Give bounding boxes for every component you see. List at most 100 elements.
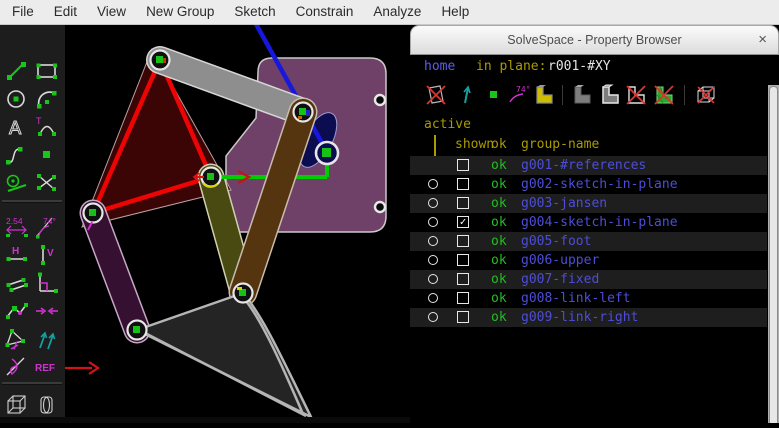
- ok-status: ok: [491, 156, 507, 175]
- group-row: ok g002-sketch-in-plane: [410, 175, 767, 194]
- points-toggle-icon[interactable]: [482, 83, 506, 107]
- mesh-toggle-icon[interactable]: [652, 83, 676, 107]
- shown-checkbox[interactable]: [457, 197, 469, 209]
- horizontal-constraint-icon[interactable]: H: [4, 242, 30, 268]
- menu-edit[interactable]: Edit: [44, 0, 87, 24]
- shown-checkbox[interactable]: [457, 235, 469, 247]
- ok-status: ok: [491, 194, 507, 213]
- menu-constrain[interactable]: Constrain: [286, 0, 364, 24]
- close-icon[interactable]: ×: [758, 31, 767, 49]
- group-name-link[interactable]: g001-#references: [521, 156, 646, 175]
- distance-constraint-icon[interactable]: 2.54: [4, 214, 30, 240]
- link-left-purple-fill: [93, 213, 137, 330]
- ttf-text-tool-icon[interactable]: T: [34, 114, 60, 140]
- toolbar-divider: [2, 200, 62, 203]
- ok-column-header: ok: [491, 137, 507, 152]
- menu-help[interactable]: Help: [431, 0, 479, 24]
- outlines-toggle-icon[interactable]: [624, 83, 648, 107]
- shaded-view-icon[interactable]: [570, 83, 594, 107]
- ok-status: ok: [491, 213, 507, 232]
- joint: [234, 284, 253, 303]
- edges-view-icon[interactable]: [598, 83, 622, 107]
- rectangle-tool-icon[interactable]: [34, 58, 60, 84]
- home-link[interactable]: home: [424, 58, 455, 76]
- bezier-tool-icon[interactable]: [4, 142, 30, 168]
- menu-view[interactable]: View: [87, 0, 136, 24]
- svg-text:REF: REF: [35, 363, 55, 374]
- lathe-group-icon[interactable]: [34, 392, 60, 418]
- line-tool-icon[interactable]: [4, 58, 30, 84]
- svg-text:74°: 74°: [516, 85, 530, 94]
- normals-toggle-icon[interactable]: [454, 83, 478, 107]
- group-name-link[interactable]: g007-fixed: [521, 270, 599, 289]
- x-axis-ref-arrow: [65, 362, 98, 374]
- other-angle-constraint-icon[interactable]: [4, 354, 30, 380]
- text-tool-icon[interactable]: A: [4, 114, 30, 140]
- shown-checkbox[interactable]: [457, 292, 469, 304]
- split-curves-tool-icon[interactable]: [34, 170, 60, 196]
- joint: [294, 103, 313, 122]
- menu-sketch[interactable]: Sketch: [224, 0, 285, 24]
- group-name-link[interactable]: g008-link-left: [521, 289, 631, 308]
- group-name-link[interactable]: g002-sketch-in-plane: [521, 175, 678, 194]
- property-browser-titlebar[interactable]: SolveSpace - Property Browser ×: [410, 25, 779, 55]
- plate-hole: [375, 95, 385, 105]
- svg-text:74°: 74°: [43, 216, 56, 226]
- active-radio[interactable]: [428, 179, 438, 189]
- on-entity-constraint-icon[interactable]: [4, 298, 30, 324]
- workplanes-toggle-icon[interactable]: [424, 83, 448, 107]
- angle-constraint-icon[interactable]: 74°: [34, 214, 60, 240]
- scrollbar[interactable]: [768, 85, 779, 423]
- constraints-toggle-icon[interactable]: 74°: [507, 83, 531, 107]
- model-canvas[interactable]: [65, 24, 410, 423]
- equal-constraint-icon[interactable]: [4, 326, 30, 352]
- circle-tool-icon[interactable]: [4, 86, 30, 112]
- active-radio[interactable]: [428, 217, 438, 227]
- extrude-group-icon[interactable]: [4, 392, 30, 418]
- property-browser-window: SolveSpace - Property Browser × home in …: [410, 25, 779, 423]
- arc-tool-icon[interactable]: [34, 86, 60, 112]
- menu-analyze[interactable]: Analyze: [363, 0, 431, 24]
- shown-checkbox[interactable]: [457, 178, 469, 190]
- group-name-link[interactable]: g006-upper: [521, 251, 599, 270]
- active-radio[interactable]: [428, 255, 438, 265]
- active-radio[interactable]: [428, 236, 438, 246]
- point-tool-icon[interactable]: [34, 142, 60, 168]
- svg-text:A: A: [9, 118, 22, 139]
- construction-tool-icon[interactable]: [4, 170, 30, 196]
- faces-toggle-icon[interactable]: [532, 83, 556, 107]
- parallel-constraint-icon[interactable]: [4, 270, 30, 296]
- hidden-lines-toggle-icon[interactable]: [694, 83, 718, 107]
- perpendicular-constraint-icon[interactable]: [34, 270, 60, 296]
- shown-checkbox[interactable]: ✓: [457, 216, 469, 228]
- joint: [128, 321, 147, 340]
- menu-file[interactable]: File: [2, 0, 44, 24]
- active-radio[interactable]: [428, 198, 438, 208]
- vertical-constraint-icon[interactable]: V: [34, 242, 60, 268]
- toolbar-separator: [684, 85, 685, 105]
- active-radio[interactable]: [428, 293, 438, 303]
- shown-checkbox[interactable]: [457, 254, 469, 266]
- scrollbar-thumb[interactable]: [769, 86, 778, 423]
- reference-dimension-icon[interactable]: REF: [34, 354, 60, 380]
- svg-text:H: H: [12, 246, 19, 257]
- symmetric-constraint-icon[interactable]: [34, 298, 60, 324]
- shown-checkbox[interactable]: [457, 311, 469, 323]
- oriented-same-constraint-icon[interactable]: [34, 326, 60, 352]
- toolbar-divider: [2, 382, 62, 385]
- active-radio[interactable]: [428, 274, 438, 284]
- group-name-link[interactable]: g005-foot: [521, 232, 591, 251]
- group-name-link[interactable]: g003-jansen: [521, 194, 607, 213]
- foot-link[interactable]: [137, 293, 311, 417]
- menu-new-group[interactable]: New Group: [136, 0, 224, 24]
- group-name-link[interactable]: g009-link-right: [521, 308, 638, 327]
- shown-checkbox[interactable]: [457, 159, 469, 171]
- group-row: ok g001-#references: [410, 156, 767, 175]
- active-radio[interactable]: [428, 312, 438, 322]
- group-column-header: group-name: [521, 137, 599, 152]
- shown-checkbox[interactable]: [457, 273, 469, 285]
- plane-link[interactable]: r001-#XY: [548, 58, 611, 76]
- svg-text:T: T: [36, 116, 42, 126]
- group-name-link[interactable]: g004-sketch-in-plane: [521, 213, 678, 232]
- ok-status: ok: [491, 175, 507, 194]
